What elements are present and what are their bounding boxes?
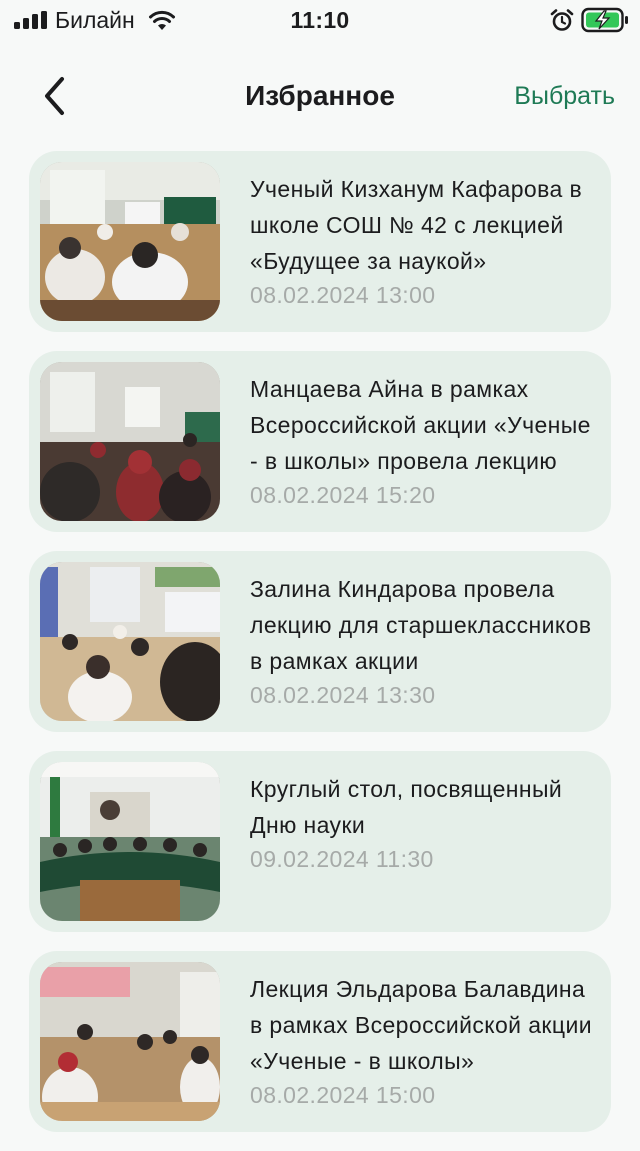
card-title: Ученый Кизханум Кафарова в школе СОШ № 4…	[250, 176, 583, 274]
status-bar: Билайн 11:10	[0, 0, 640, 40]
card-title: Круглый стол, посвященный Дню науки	[250, 776, 563, 838]
card-date: 08.02.2024 13:00	[250, 282, 436, 308]
favorite-card[interactable]: Круглый стол, посвященный Дню науки 09.0…	[29, 751, 611, 932]
favorite-card[interactable]: Залина Киндарова провела лекцию для стар…	[29, 551, 611, 732]
card-date: 08.02.2024 13:30	[250, 682, 436, 708]
classroom-photo	[40, 362, 220, 521]
alarm-icon	[550, 9, 574, 31]
classroom-photo	[40, 962, 220, 1121]
favorite-card[interactable]: Манцаева Айна в рамках Всероссийской акц…	[29, 351, 611, 532]
classroom-photo	[40, 562, 220, 721]
favorites-list: Ученый Кизханум Кафарова в школе СОШ № 4…	[29, 151, 611, 1151]
battery-charging-icon	[581, 7, 628, 33]
card-date: 08.02.2024 15:00	[250, 1082, 436, 1108]
card-title: Залина Киндарова провела лекцию для стар…	[250, 576, 592, 674]
classroom-photo	[40, 162, 220, 321]
favorite-card[interactable]: Ученый Кизханум Кафарова в школе СОШ № 4…	[29, 151, 611, 332]
navigation-bar: Избранное Выбрать	[0, 60, 640, 132]
status-time: 11:10	[290, 7, 350, 33]
card-date: 08.02.2024 15:20	[250, 482, 436, 508]
card-date: 09.02.2024 11:30	[250, 846, 434, 872]
favorite-card[interactable]: Лекция Эльдарова Балавдина в рамках Всер…	[29, 951, 611, 1132]
roundtable-photo	[40, 762, 220, 921]
card-title: Манцаева Айна в рамках Всероссийской акц…	[250, 376, 591, 474]
select-button[interactable]: Выбрать	[514, 82, 615, 111]
card-title: Лекция Эльдарова Балавдина в рамках Всер…	[250, 976, 592, 1074]
